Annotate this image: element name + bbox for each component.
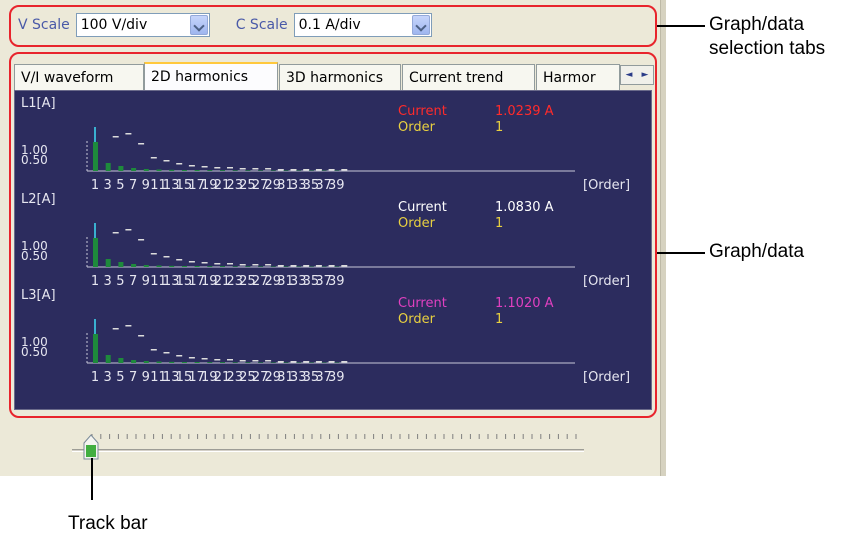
callout-tabs-line2: selection tabs [709, 38, 826, 59]
panel-border [660, 0, 666, 476]
track-bar[interactable] [72, 424, 584, 464]
track-bar-rail [72, 449, 584, 452]
callout-leader-graph [657, 252, 705, 254]
callout-tabs-line1: Graph/data [709, 14, 805, 35]
callout-leader-tabs [657, 25, 705, 27]
track-bar-ticks [91, 434, 577, 439]
callout-box-scale [9, 5, 657, 47]
tab-label: 2D harmonics [151, 69, 249, 85]
callout-box-graph [9, 52, 657, 418]
tab-2d-harmonics[interactable]: 2D harmonics [144, 62, 278, 90]
callout-trackbar-label: Track bar [68, 513, 148, 534]
callout-tabs-label: Graph/data selection tabs [709, 13, 825, 61]
callout-graph-label: Graph/data [709, 241, 805, 262]
callout-leader-trackbar [91, 458, 93, 500]
track-bar-thumb[interactable] [83, 434, 99, 460]
